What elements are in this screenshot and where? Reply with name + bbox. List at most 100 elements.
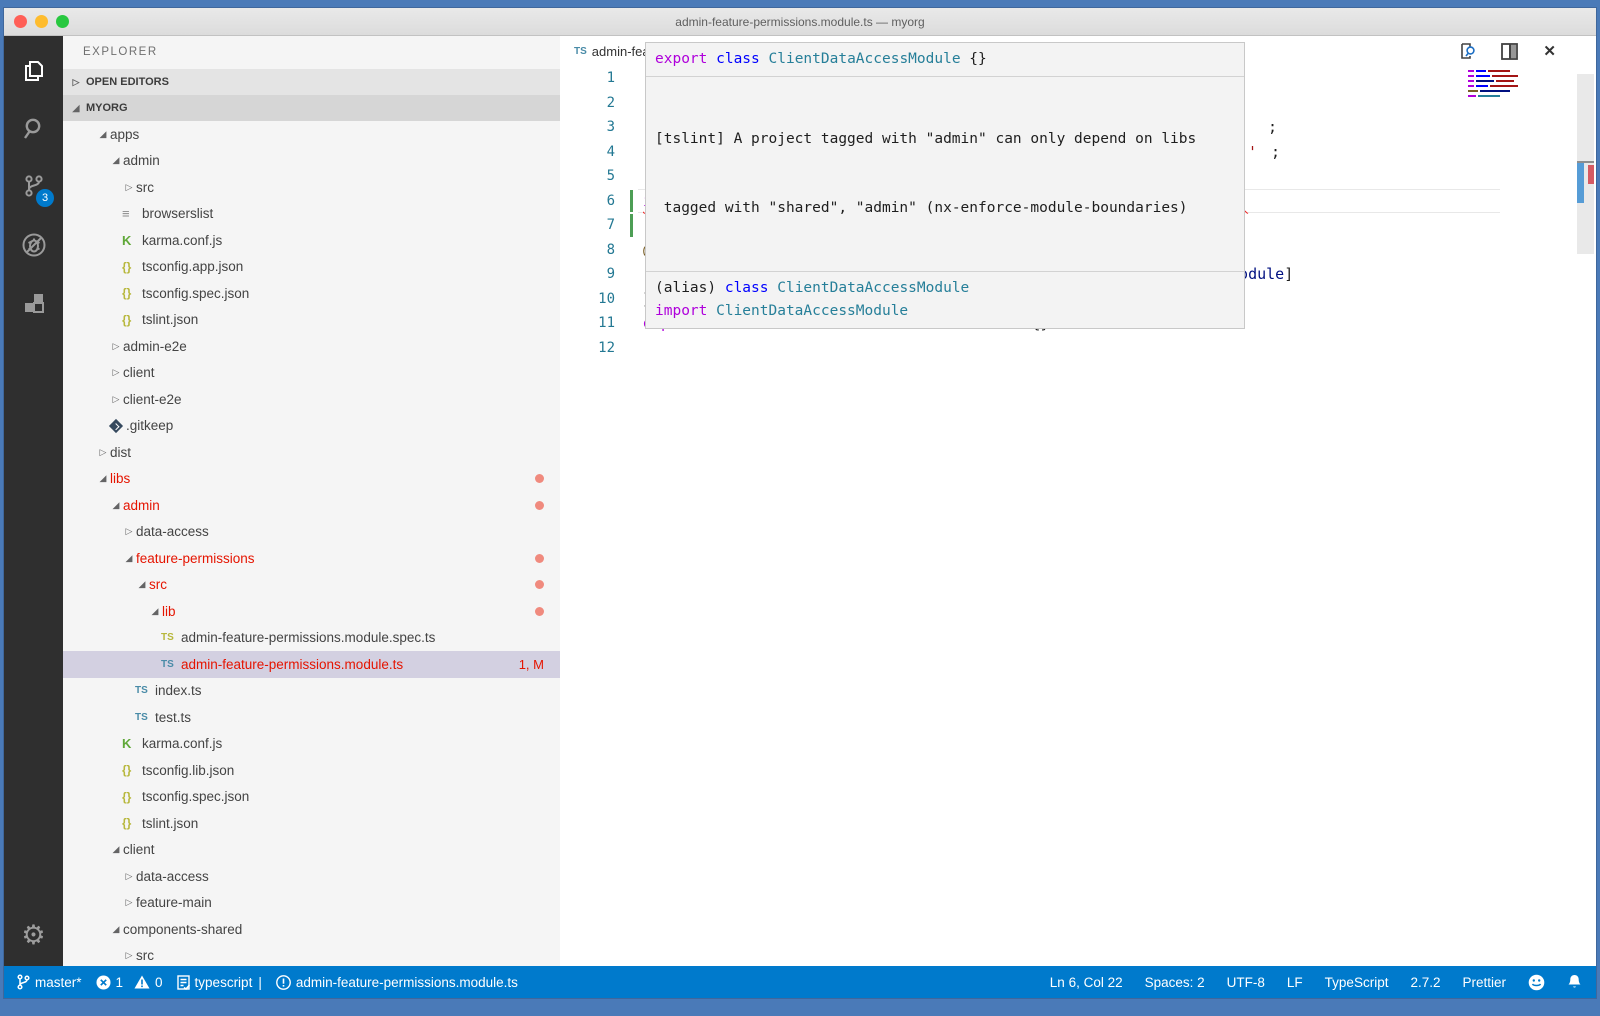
problems-indicator[interactable]: 1 0 [96,975,163,990]
activitybar-debug[interactable] [4,216,63,274]
chevron-collapsed-icon: ▷ [122,871,136,882]
status-eol[interactable]: LF [1287,975,1303,990]
status-encoding[interactable]: UTF-8 [1227,975,1265,990]
zoom-window-button[interactable] [56,15,69,28]
tree-item-label: index.ts [155,683,202,698]
minimize-window-button[interactable] [35,15,48,28]
linter-status[interactable]: typescript [177,975,253,990]
close-editor-button[interactable]: ✕ [1543,42,1556,60]
tree-item-client[interactable]: ▷client [63,360,560,387]
typescript-file-icon: TS [574,46,587,57]
minimap[interactable] [1468,70,1534,100]
status-cursor-position[interactable]: Ln 6, Col 22 [1050,975,1123,990]
line-number: 2 [560,91,615,116]
line-number: 7 [560,213,615,238]
status-ts-version[interactable]: 2.7.2 [1410,975,1440,990]
karma-file-icon: K [122,736,142,751]
tree-item-feature-permissions[interactable]: ◢feature-permissions [63,545,560,572]
tree-item-tsconfig.spec.json[interactable]: {}tsconfig.spec.json [63,784,560,811]
activitybar-extensions[interactable] [4,274,63,332]
tree-item-src[interactable]: ▷src [63,174,560,201]
tree-item-components-shared[interactable]: ◢components-shared [63,916,560,943]
editor-tab[interactable]: TS admin-feature-permissions.module.ts [560,44,646,59]
json-file-icon: {} [122,313,142,327]
problems-modified-badge: 1, M [519,657,544,672]
tree-item-.gitkeep[interactable]: .gitkeep [63,413,560,440]
status-bar: master* 1 0 typescript [4,966,1596,998]
tree-item-tsconfig.spec.json[interactable]: {}tsconfig.spec.json [63,280,560,307]
tree-item-karma.conf.js[interactable]: Kkarma.conf.js [63,731,560,758]
status-formatter[interactable]: Prettier [1462,975,1506,990]
tree-item-admin[interactable]: ◢admin [63,492,560,519]
tree-item-admin-e2e[interactable]: ▷admin-e2e [63,333,560,360]
tree-item-src[interactable]: ◢src [63,572,560,599]
line-number: 9 [560,262,615,287]
open-changes-button[interactable] [1458,42,1476,60]
tree-item-label: data-access [136,524,209,539]
tree-item-admin-feature-permissions.module.ts[interactable]: TSadmin-feature-permissions.module.ts1, … [63,651,560,678]
tree-item-label: karma.conf.js [142,233,222,248]
tree-item-libs[interactable]: ◢libs [63,466,560,493]
open-editors-section[interactable]: ▷ OPEN EDITORS [63,69,560,95]
activitybar-source-control[interactable]: 3 [4,158,63,216]
activitybar-settings[interactable]: ⚙ [4,904,63,966]
code-line-12[interactable]: 12 [560,336,1596,361]
chevron-collapsed-icon: ▷ [109,341,123,352]
tree-item-dist[interactable]: ▷dist [63,439,560,466]
branch-indicator[interactable]: master* [16,974,82,990]
tree-item-label: tslint.json [142,312,198,327]
tree-item-label: src [136,180,154,195]
tree-item-admin[interactable]: ◢admin [63,148,560,175]
info-circle-icon [276,975,291,990]
title-bar[interactable]: admin-feature-permissions.module.ts — my… [4,8,1596,36]
tree-item-apps[interactable]: ◢apps [63,121,560,148]
chevron-collapsed-icon: ▷ [96,447,110,458]
tree-item-label: client-e2e [123,392,182,407]
tree-item-admin-feature-permissions.module.spec.ts[interactable]: TSadmin-feature-permissions.module.spec.… [63,625,560,652]
tree-item-client-e2e[interactable]: ▷client-e2e [63,386,560,413]
close-window-button[interactable] [14,15,27,28]
tree-item-karma.conf.js[interactable]: Kkarma.conf.js [63,227,560,254]
tree-item-data-access[interactable]: ▷data-access [63,519,560,546]
code-token: export [655,51,716,67]
status-indentation[interactable]: Spaces: 2 [1145,975,1205,990]
workspace-root-section[interactable]: ◢ MYORG [63,95,560,121]
hover-alias-info: (alias) class ClientDataAccessModuleimpo… [646,271,1244,328]
activitybar-explorer[interactable] [4,42,63,100]
tree-item-tsconfig.lib.json[interactable]: {}tsconfig.lib.json [63,757,560,784]
tree-item-tsconfig.app.json[interactable]: {}tsconfig.app.json [63,254,560,281]
debug-disabled-icon [20,231,48,259]
tree-item-tslint.json[interactable]: {}tslint.json [63,810,560,837]
scrollbar[interactable] [1577,66,1594,966]
tree-item-src[interactable]: ▷src [63,943,560,967]
tree-item-label: admin-e2e [123,339,187,354]
tree-item-tslint.json[interactable]: {}tslint.json [63,307,560,334]
tree-item-browserslist[interactable]: ≡browserslist [63,201,560,228]
json-file-icon: {} [122,260,142,274]
activitybar-search[interactable] [4,100,63,158]
chevron-expanded-icon: ◢ [122,553,136,564]
tree-item-index.ts[interactable]: TSindex.ts [63,678,560,705]
tree-item-feature-main[interactable]: ▷feature-main [63,890,560,917]
tslint-file-status[interactable]: admin-feature-permissions.module.ts [276,975,518,990]
status-language-mode[interactable]: TypeScript [1325,975,1389,990]
tree-item-label: admin [123,153,160,168]
tree-item-test.ts[interactable]: TStest.ts [63,704,560,731]
tree-item-label: feature-main [136,895,212,910]
line-number: 8 [560,238,615,263]
tree-item-data-access[interactable]: ▷data-access [63,863,560,890]
karma-file-icon: K [122,233,142,248]
chevron-expanded-icon: ◢ [96,473,110,484]
split-editor-button[interactable] [1501,43,1518,60]
window-title: admin-feature-permissions.module.ts — my… [675,15,924,29]
feedback-smiley[interactable] [1528,974,1545,991]
code-token: class [725,280,777,296]
error-dot-badge [535,474,544,483]
gutter-modified-bar [630,214,633,237]
lint-doc-icon [177,975,190,990]
tree-item-lib[interactable]: ◢lib [63,598,560,625]
tree-item-label: browserslist [142,206,213,221]
tree-item-client[interactable]: ◢client [63,837,560,864]
error-dot-badge [535,554,544,563]
notifications-bell[interactable] [1567,974,1582,990]
